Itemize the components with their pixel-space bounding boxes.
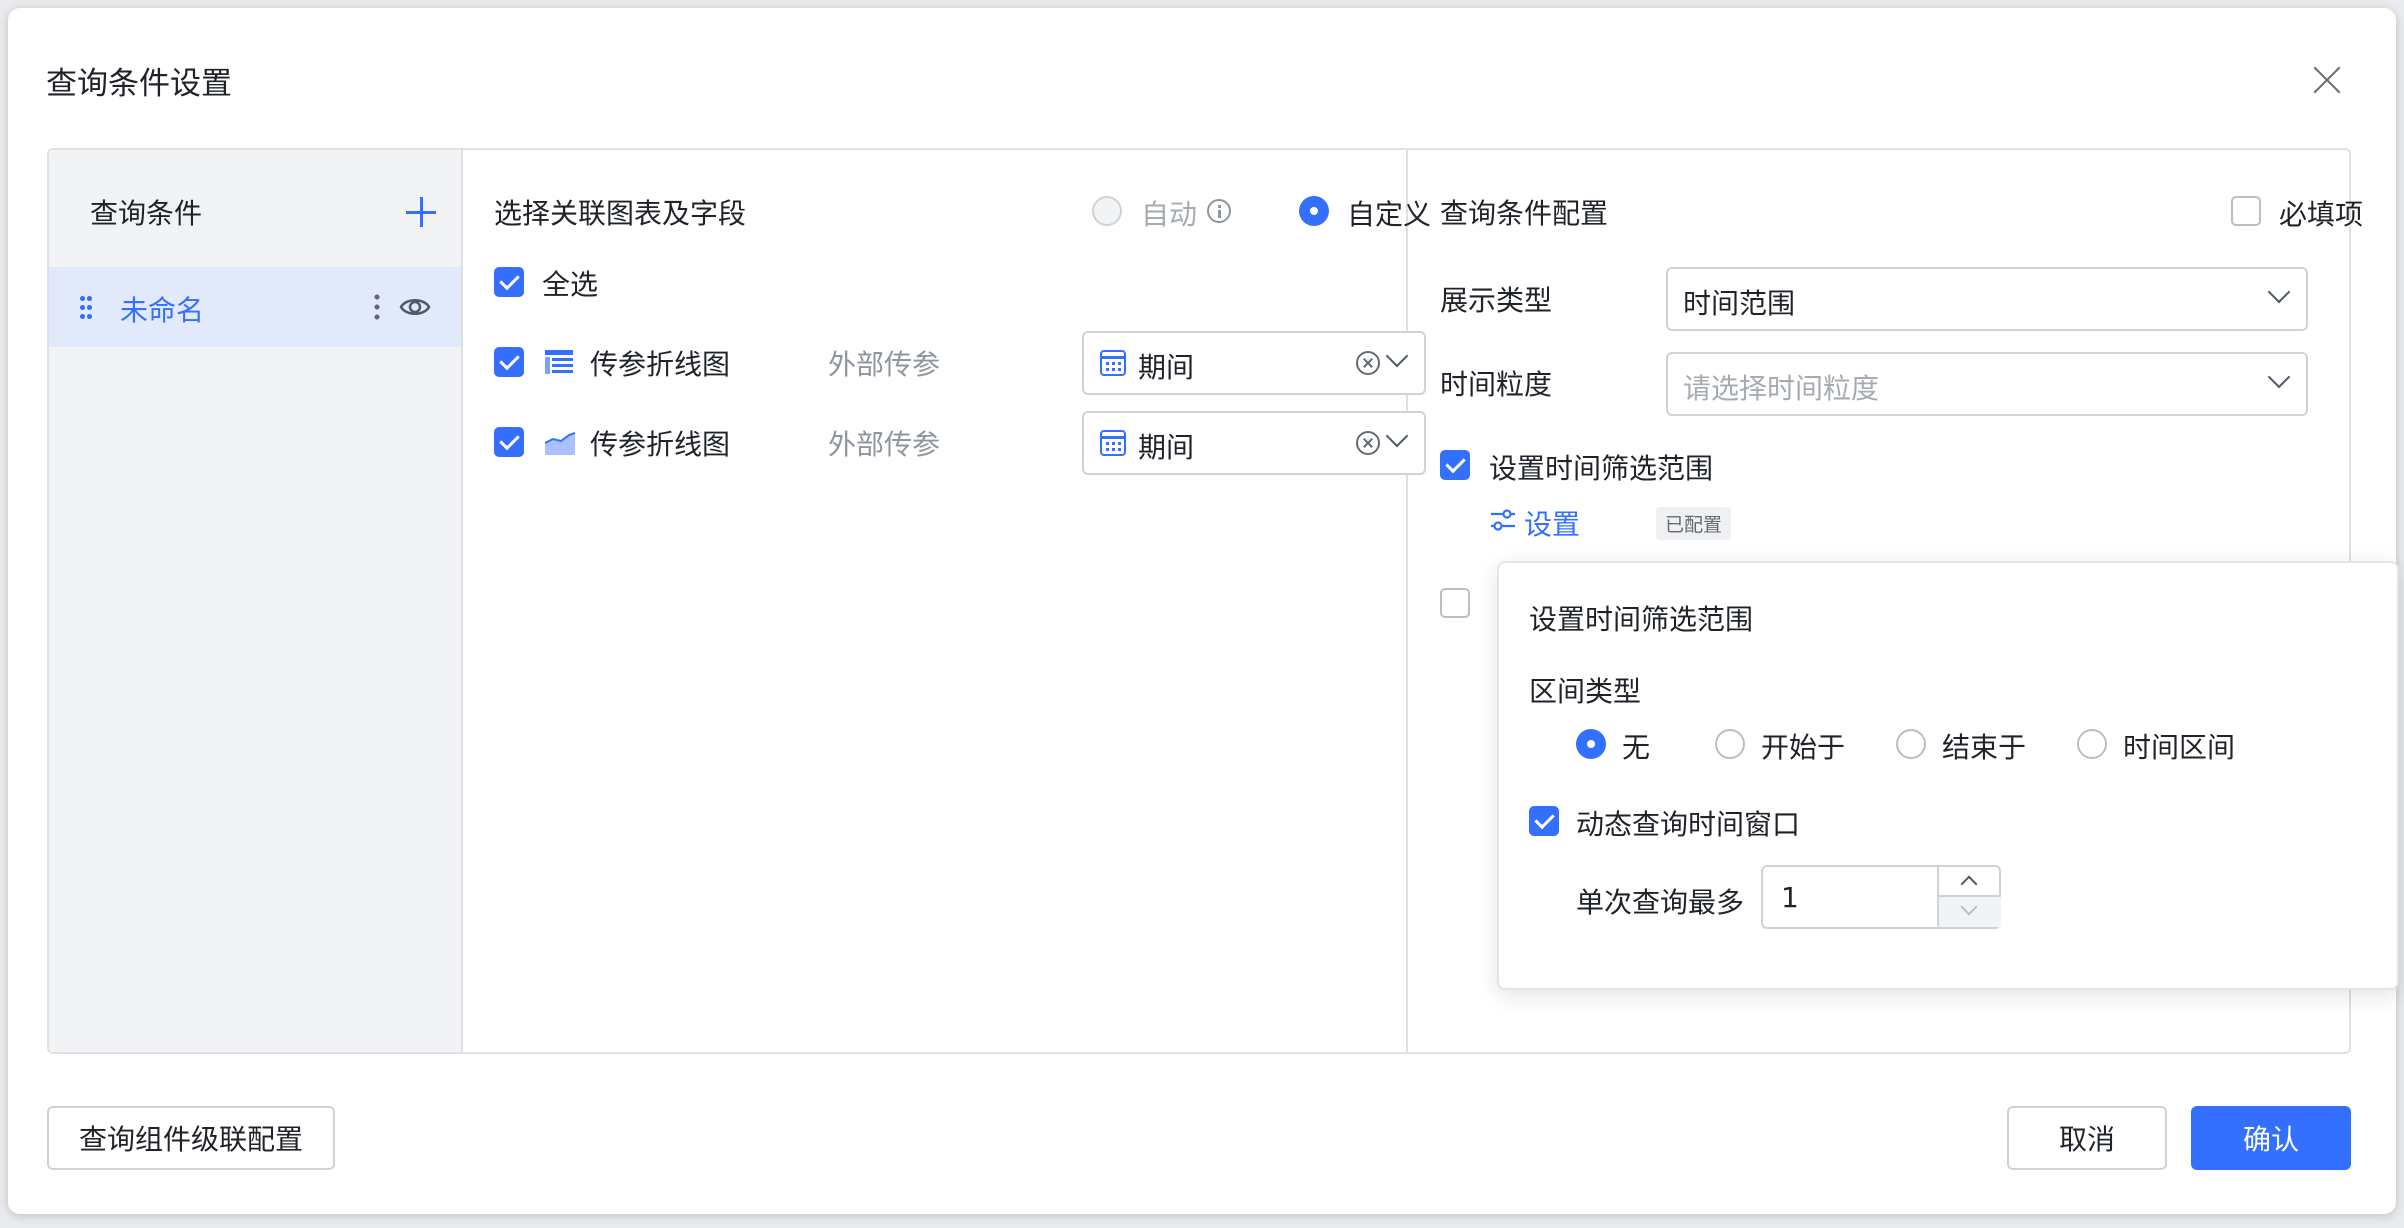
condition-item[interactable]: 未命名 [49,267,461,347]
cancel-button[interactable]: 取消 [2007,1106,2167,1170]
popover-title: 设置时间筛选范围 [1529,603,1754,636]
max-per-query-value: 1 [1781,881,1799,914]
time-filter-popover: 设置时间筛选范围 区间类型 无 开始于 结束于 时间区间 动态查询时间窗口 单次… [1497,561,2399,990]
clear-icon[interactable] [1356,351,1380,375]
chart-row-checkbox[interactable] [494,427,524,457]
chart-row-name: 传参折线图 [590,428,731,461]
display-type-value: 时间范围 [1683,287,1796,320]
radio-auto-label: 自动 [1141,198,1198,231]
condition-item-name: 未命名 [120,294,205,327]
radio-range-end-label: 结束于 [1942,731,2027,764]
condition-list-title: 查询条件 [90,197,203,230]
radio-auto [1092,196,1122,226]
max-per-query-stepper[interactable]: 1 [1761,865,2001,929]
settings-link[interactable]: 设置 [1524,503,1580,543]
query-settings-dialog: 查询条件设置 查询条件 未命名 选择关联图表及字段 自动 自定义 全选 传参折线… [8,8,2399,1214]
chart-row-param-type: 外部传参 [828,428,941,461]
chevron-down-icon [1385,344,1409,368]
chart-row-checkbox[interactable] [494,347,524,377]
time-granularity-placeholder: 请选择时间粒度 [1683,372,1880,405]
dynamic-window-label: 动态查询时间窗口 [1576,808,1801,841]
range-type-label: 区间类型 [1529,675,1642,708]
eye-icon[interactable] [399,292,431,322]
calendar-icon [1100,430,1126,456]
display-type-label: 展示类型 [1440,284,1553,317]
drag-handle-icon[interactable] [79,294,93,320]
chevron-down-icon [1960,898,1978,916]
field-select-value: 期间 [1138,431,1195,464]
required-label: 必填项 [2279,198,2364,231]
chart-field-title: 选择关联图表及字段 [494,197,747,230]
info-icon[interactable] [1207,199,1231,223]
chevron-down-icon [2267,365,2291,389]
radio-range-none[interactable] [1576,729,1606,759]
table-chart-icon [545,350,573,374]
chevron-down-icon [1385,424,1409,448]
confirm-button[interactable]: 确认 [2191,1106,2351,1170]
field-select[interactable]: 期间 [1082,331,1426,395]
radio-range-interval[interactable] [2077,729,2107,759]
dialog-title: 查询条件设置 [46,66,232,102]
area-chart-icon [545,432,575,455]
condition-list-panel: 查询条件 未命名 [49,150,463,1052]
configured-badge: 已配置 [1656,507,1732,540]
chart-field-panel: 选择关联图表及字段 自动 自定义 全选 传参折线图 外部传参 期间 传参折线图 … [463,150,1431,1052]
radio-range-none-label: 无 [1622,731,1651,764]
field-select-value: 期间 [1138,351,1195,384]
max-per-query-label: 单次查询最多 [1576,886,1745,919]
time-filter-label: 设置时间筛选范围 [1489,452,1714,485]
more-vertical-icon[interactable] [371,292,383,322]
chart-row-param-type: 外部传参 [828,348,941,381]
chevron-up-icon [1960,875,1978,893]
stepper-increment-button[interactable] [1939,867,2001,897]
time-granularity-label: 时间粒度 [1440,368,1553,401]
select-all-checkbox[interactable] [494,267,524,297]
stepper-controls [1937,867,2001,927]
dynamic-window-checkbox[interactable] [1529,806,1559,836]
close-icon[interactable] [2311,64,2343,96]
radio-range-start-label: 开始于 [1761,731,1846,764]
cascade-config-button[interactable]: 查询组件级联配置 [47,1106,335,1170]
radio-range-end[interactable] [1896,729,1926,759]
radio-custom[interactable] [1299,196,1329,226]
chevron-down-icon [2267,280,2291,304]
select-all-label: 全选 [542,268,599,301]
clear-icon[interactable] [1356,431,1380,455]
option-checkbox[interactable] [1440,588,1470,618]
radio-range-interval-label: 时间区间 [2123,731,2236,764]
display-type-select[interactable]: 时间范围 [1666,267,2308,331]
add-condition-icon[interactable] [406,197,436,227]
field-select[interactable]: 期间 [1082,411,1426,475]
stepper-decrement-button[interactable] [1939,897,2001,927]
settings-sliders-icon[interactable] [1490,507,1516,533]
time-filter-checkbox[interactable] [1440,450,1470,480]
condition-config-title: 查询条件配置 [1440,197,1609,230]
calendar-icon [1100,350,1126,376]
time-granularity-select[interactable]: 请选择时间粒度 [1666,352,2308,416]
radio-range-start[interactable] [1715,729,1745,759]
chart-row-name: 传参折线图 [590,348,731,381]
required-checkbox[interactable] [2231,196,2261,226]
